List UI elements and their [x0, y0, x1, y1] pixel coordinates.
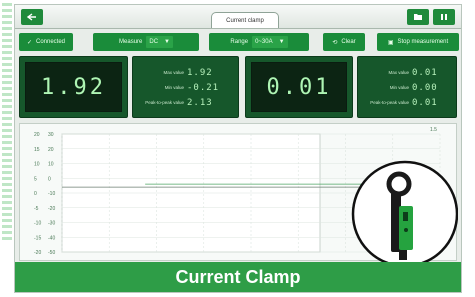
clear-icon: ⟲ — [332, 39, 338, 46]
measure-dropdown[interactable]: DC ▼ — [146, 36, 173, 48]
y-left-tick: -10 — [34, 221, 41, 227]
measure-label: Measure — [119, 39, 143, 45]
y-right-tick: 30 — [48, 132, 54, 138]
y-right-tick: -30 — [48, 221, 55, 227]
meter2-stats-list: Max value 0.01 Min value 0.00 Peak-to-peak… — [366, 65, 448, 109]
meter1-value: 1.92 — [41, 74, 106, 100]
clear-label: Clear — [341, 39, 356, 45]
y-right-tick: -40 — [48, 235, 55, 241]
y-left-tick: -15 — [34, 235, 41, 241]
stop-label: Stop measurement — [397, 39, 449, 45]
corner-label: 1.5 — [430, 127, 437, 133]
y-left-tick: -5 — [34, 206, 39, 212]
y-right-tick: 0 — [48, 176, 51, 182]
app-window: Current clamp ✓ Connected Measure DC ▼ R… — [14, 4, 462, 293]
record-button[interactable] — [433, 9, 455, 25]
folder-icon — [414, 14, 422, 20]
meter2-screen: 0.01 — [251, 62, 347, 112]
meter2-value: 0.01 — [266, 74, 332, 100]
clamp-cable — [399, 250, 407, 260]
pause-icon — [441, 14, 447, 20]
p2p-value: 2.13 — [187, 97, 213, 108]
meter1-stats-list: Max value 1.92 Min value -0.21 Peak-to-pea… — [141, 65, 230, 109]
y-left-tick: -20 — [34, 250, 41, 256]
waveform-chart[interactable]: 20 30 15 20 10 10 5 0 0 -10 -5 -20 -10 -30 -15 -40 -20 -5… — [19, 123, 459, 268]
y-right-tick: -50 — [48, 250, 55, 256]
min-label: Min value — [389, 85, 409, 90]
range-select[interactable]: Range 0~30A ▼ — [209, 33, 309, 51]
range-value: 0~30A — [255, 39, 273, 45]
tab-current-clamp[interactable]: Current clamp — [211, 12, 279, 28]
connected-label: Connected — [36, 39, 66, 45]
caption-text: Current Clamp — [175, 266, 301, 287]
y-right-tick: 10 — [48, 162, 54, 168]
connected-button[interactable]: ✓ Connected — [19, 33, 73, 51]
chevron-down-icon: ▼ — [278, 39, 285, 45]
check-icon: ✓ — [26, 39, 32, 46]
clamp-button — [404, 228, 408, 232]
min-value: 0.00 — [412, 82, 438, 93]
meter2-stats: Max value 0.01 Min value 0.00 Peak-to-peak… — [357, 56, 457, 118]
p2p-label: Peak-to-peak value — [370, 100, 409, 105]
meter2-reading: 0.01 — [245, 56, 353, 118]
range-dropdown[interactable]: 0~30A ▼ — [252, 36, 288, 48]
clamp-display — [403, 212, 408, 221]
back-arrow-icon — [27, 13, 36, 21]
min-value: -0.21 — [187, 82, 220, 93]
max-value: 0.01 — [412, 67, 438, 78]
y-right-tick: -20 — [48, 206, 55, 212]
y-right-tick: -10 — [48, 191, 55, 197]
back-button[interactable] — [21, 9, 43, 25]
measure-value: DC — [149, 39, 159, 45]
p2p-label: Peak-to-peak value — [145, 100, 184, 105]
chevron-down-icon: ▼ — [164, 39, 170, 45]
measure-select[interactable]: Measure DC ▼ — [93, 33, 199, 51]
y-left-tick: 10 — [34, 162, 40, 168]
meter1-stats: Max value 1.92 Min value -0.21 Peak-to-pea… — [132, 56, 239, 118]
caption-banner: Current Clamp — [15, 262, 461, 292]
max-label: Max value — [163, 70, 184, 75]
y-right-tick: 20 — [48, 147, 54, 153]
stop-measurement-button[interactable]: ▣ Stop measurement — [377, 33, 459, 51]
min-label: Min value — [164, 85, 184, 90]
p2p-value: 0.01 — [412, 97, 438, 108]
chart-svg: 20 30 15 20 10 10 5 0 0 -10 -5 -20 -10 -30 -15 -40 -20 -5… — [34, 127, 459, 268]
y-left-tick: 15 — [34, 147, 40, 153]
title-bar: Current clamp — [15, 5, 461, 29]
range-label: Range — [230, 39, 249, 45]
y-left-tick: 5 — [34, 176, 37, 182]
clear-button[interactable]: ⟲ Clear — [323, 33, 365, 51]
y-left-tick: 20 — [34, 132, 40, 138]
folder-button[interactable] — [407, 9, 429, 25]
max-value: 1.92 — [187, 67, 213, 78]
y-left-tick: 0 — [34, 191, 37, 197]
app-canvas: Current clamp ✓ Connected Measure DC ▼ R… — [0, 0, 475, 297]
stop-icon: ▣ — [387, 39, 394, 46]
meter1-screen: 1.92 — [25, 62, 122, 112]
decorative-strip — [0, 0, 14, 297]
max-label: Max value — [388, 70, 409, 75]
meter1-reading: 1.92 — [19, 56, 128, 118]
